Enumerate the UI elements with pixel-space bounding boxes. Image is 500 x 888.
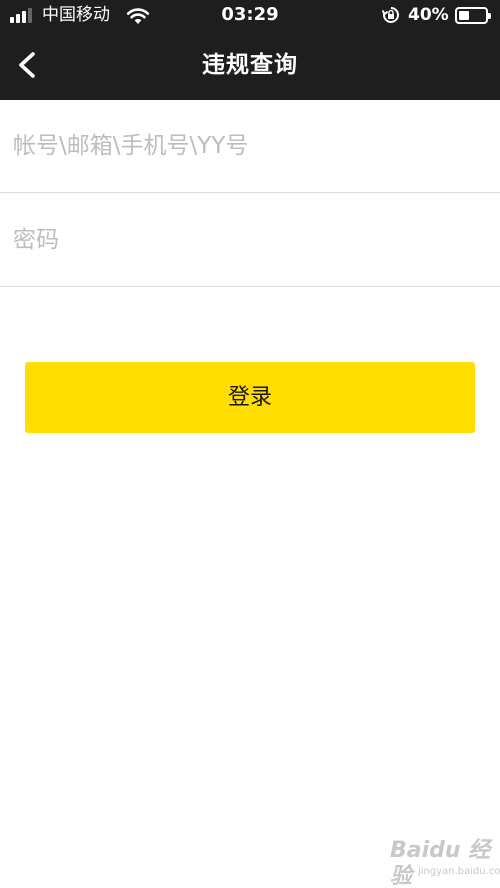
login-button[interactable]: 登录 bbox=[25, 362, 475, 433]
status-bar: 中国移动 03:29 40% bbox=[0, 0, 500, 30]
page-title: 违规查询 bbox=[202, 52, 298, 78]
baidu-jingyan-watermark: Baidu 经验 jingyan.baidu.com bbox=[388, 836, 500, 888]
watermark-url: jingyan.baidu.com bbox=[418, 866, 500, 877]
battery-level-fill bbox=[459, 11, 469, 20]
battery-icon bbox=[455, 7, 491, 24]
watermark-text: Baidu 经验 bbox=[390, 838, 491, 888]
password-field-row bbox=[0, 193, 500, 287]
account-field-row bbox=[0, 100, 500, 193]
account-input[interactable] bbox=[13, 100, 483, 192]
navigation-bar: 违规查询 bbox=[0, 30, 500, 100]
orientation-lock-icon bbox=[382, 7, 399, 23]
battery-percentage: 40% bbox=[408, 5, 449, 25]
password-input[interactable] bbox=[13, 193, 483, 286]
